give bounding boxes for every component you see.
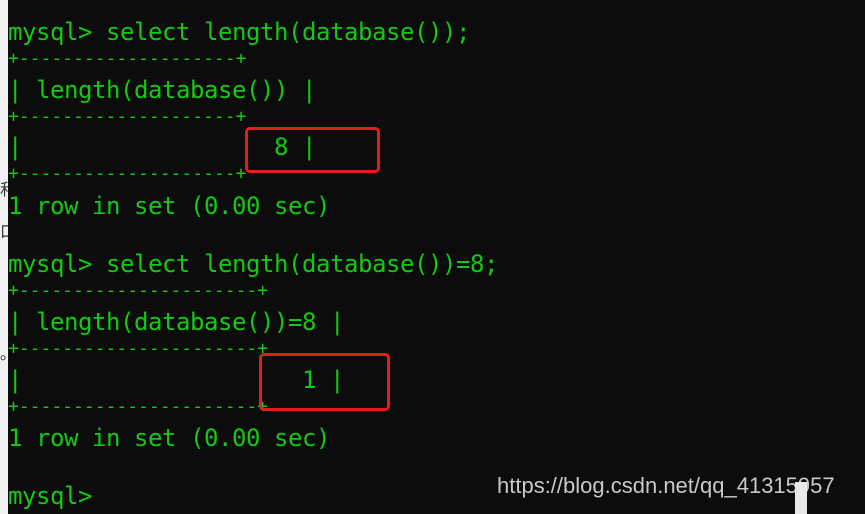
table-border: +----------------------+	[8, 342, 269, 356]
table-border: +--------------------+	[8, 110, 247, 124]
text-cursor	[795, 482, 807, 514]
highlight-box	[245, 127, 380, 173]
result-header: | length(database()) |	[8, 76, 316, 104]
table-border: +----------------------+	[8, 284, 269, 298]
edge-glyph: 口	[0, 218, 8, 242]
table-border: +----------------------+	[8, 400, 269, 414]
watermark-text: https://blog.csdn.net/qq_41315957	[497, 473, 835, 498]
background-page-edge: 和 口 。	[0, 0, 8, 514]
table-border: +--------------------+	[8, 52, 247, 66]
prompt-line: mysql>	[8, 482, 92, 510]
terminal-window[interactable]: mysql> select length(database()); +-----…	[8, 0, 865, 514]
result-header: | length(database())=8 |	[8, 308, 344, 336]
row-count-line: 1 row in set (0.00 sec)	[8, 192, 330, 220]
highlight-box	[259, 353, 390, 411]
edge-glyph: 。	[0, 340, 8, 364]
table-border: +--------------------+	[8, 167, 247, 181]
query-line: mysql> select length(database());	[8, 18, 470, 46]
row-count-line: 1 row in set (0.00 sec)	[8, 424, 330, 452]
edge-glyph: 和	[0, 176, 8, 200]
query-line: mysql> select length(database())=8;	[8, 250, 498, 278]
